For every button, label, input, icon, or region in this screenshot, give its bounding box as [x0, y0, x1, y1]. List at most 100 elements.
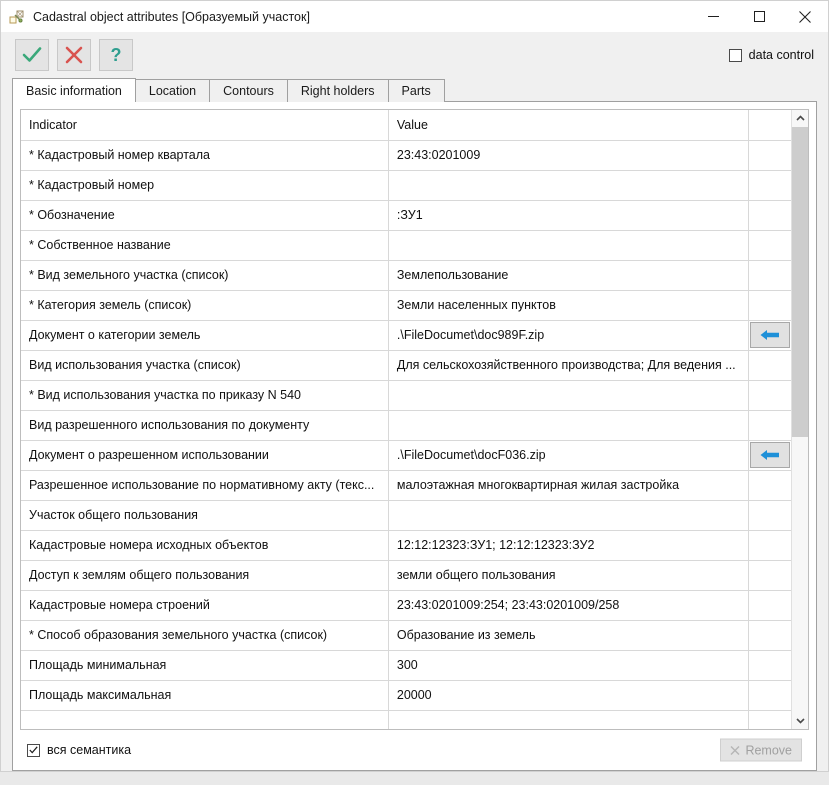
table-row[interactable]: Кадастровые номера исходных объектов 12:1… [21, 530, 791, 561]
table-row[interactable]: Документ о разрешенном использовании .\Fi… [21, 440, 791, 471]
cell-indicator[interactable]: Кадастровые номера строений [21, 590, 389, 621]
table-row[interactable]: Участок общего пользования [21, 500, 791, 531]
all-semantics-checkbox-box[interactable] [27, 743, 40, 757]
table-row[interactable]: Документ о категории земель .\FileDocumet… [21, 320, 791, 351]
cell-indicator[interactable]: * Способ образования земельного участка … [21, 620, 389, 651]
cell-value[interactable]: Образование из земель [388, 620, 750, 651]
data-control-label: data control [748, 48, 814, 62]
cell-value[interactable]: 12:12:12323:ЗУ1; 12:12:12323:ЗУ2 [388, 530, 750, 561]
cell-indicator[interactable]: Участок общего пользования [21, 500, 389, 531]
arrow-left-icon [760, 449, 780, 461]
svg-text:?: ? [111, 45, 122, 65]
remove-button-label: Remove [745, 743, 792, 757]
cell-indicator[interactable]: * Собственное название [21, 230, 389, 261]
table-row[interactable]: * Кадастровый номер [21, 170, 791, 201]
tab-right-holders[interactable]: Right holders [286, 79, 389, 102]
cell-value[interactable] [388, 710, 750, 729]
cell-action [748, 560, 791, 591]
document-link-button[interactable] [750, 322, 791, 348]
table-row[interactable]: * Вид использования участка по приказу N… [21, 380, 791, 411]
column-header-value[interactable]: Value [388, 110, 750, 141]
cell-action[interactable] [748, 440, 791, 471]
cell-indicator[interactable]: Площадь минимальная [21, 650, 389, 681]
column-header-indicator[interactable]: Indicator [21, 110, 389, 141]
cell-action [748, 590, 791, 621]
cell-action [748, 290, 791, 321]
table-row[interactable]: * Обозначение:ЗУ1 [21, 200, 791, 231]
chevron-up-icon[interactable] [792, 110, 808, 127]
cell-indicator[interactable]: * Вид использования участка по приказу N… [21, 380, 389, 411]
cell-indicator[interactable]: * Вид земельного участка (список) [21, 260, 389, 291]
table-row[interactable]: * Способ образования земельного участка … [21, 620, 791, 651]
cell-value[interactable]: .\FileDocumet\docF036.zip [388, 440, 750, 471]
cell-value[interactable]: 23:43:0201009 [388, 140, 750, 171]
maximize-icon[interactable] [736, 1, 782, 32]
cell-indicator[interactable]: Вид использования участка (список) [21, 350, 389, 381]
footer-bar: вся семантика Remove [13, 730, 816, 770]
cancel-button[interactable] [57, 39, 91, 71]
cell-value[interactable] [388, 170, 750, 201]
tab-parts[interactable]: Parts [387, 79, 445, 102]
cell-value[interactable]: Для сельскохозяйственного производства; … [388, 350, 750, 381]
cell-value[interactable] [388, 410, 750, 441]
table-row[interactable]: * Вид земельного участка (список) Землепо… [21, 260, 791, 291]
cell-indicator[interactable]: Доступ к землям общего пользования [21, 560, 389, 591]
scrollbar-thumb[interactable] [792, 127, 808, 438]
cell-indicator[interactable]: Вид разрешенного использования по докуме… [21, 410, 389, 441]
cell-value[interactable] [388, 500, 750, 531]
table-row[interactable]: * Кадастровый номер квартала 23:43:020100… [21, 140, 791, 171]
cell-value[interactable]: .\FileDocumet\doc989F.zip [388, 320, 750, 351]
cell-indicator[interactable]: * Кадастровый номер [21, 170, 389, 201]
cell-action [748, 470, 791, 501]
cell-indicator[interactable]: Кадастровые номера исходных объектов [21, 530, 389, 561]
cell-value[interactable]: 300 [388, 650, 750, 681]
tab-contours[interactable]: Contours [209, 79, 288, 102]
table-row[interactable] [21, 710, 791, 729]
cell-indicator[interactable]: Документ о разрешенном использовании [21, 440, 389, 471]
cell-value[interactable] [388, 380, 750, 411]
cell-value[interactable]: :ЗУ1 [388, 200, 750, 231]
table-row[interactable]: Площадь минимальная 300 [21, 650, 791, 681]
table-row[interactable]: Разрешенное использование по нормативном… [21, 470, 791, 501]
vertical-scrollbar[interactable] [791, 110, 808, 729]
cell-value[interactable]: 23:43:0201009:254; 23:43:0201009/258 [388, 590, 750, 621]
table-row[interactable]: * Собственное название [21, 230, 791, 261]
cell-value[interactable] [388, 230, 750, 261]
scrollbar-track[interactable] [792, 127, 808, 712]
cell-indicator[interactable]: Площадь максимальная [21, 680, 389, 711]
column-header-action[interactable] [748, 110, 791, 141]
all-semantics-checkbox[interactable]: вся семантика [27, 743, 131, 757]
cell-indicator[interactable]: * Категория земель (список) [21, 290, 389, 321]
chevron-down-icon[interactable] [792, 712, 808, 729]
cell-value[interactable]: земли общего пользования [388, 560, 750, 591]
document-link-button[interactable] [750, 442, 791, 468]
table-row[interactable]: Площадь максимальная 20000 [21, 680, 791, 711]
ok-button[interactable] [15, 39, 49, 71]
cell-action [748, 710, 791, 729]
help-button[interactable]: ? [99, 39, 133, 71]
close-icon[interactable] [782, 1, 828, 32]
minimize-icon[interactable] [690, 1, 736, 32]
remove-button[interactable]: Remove [720, 738, 802, 762]
table-row[interactable]: Кадастровые номера строений 23:43:0201009… [21, 590, 791, 621]
cell-indicator[interactable]: Документ о категории земель [21, 320, 389, 351]
cell-indicator[interactable] [21, 710, 389, 729]
table-row[interactable]: * Категория земель (список) Земли населен… [21, 290, 791, 321]
table-row[interactable]: Вид разрешенного использования по докуме… [21, 410, 791, 441]
tab-location[interactable]: Location [134, 79, 211, 102]
table-row[interactable]: Доступ к землям общего пользования земли … [21, 560, 791, 591]
cell-indicator[interactable]: * Обозначение [21, 200, 389, 231]
cell-indicator[interactable]: * Кадастровый номер квартала [21, 140, 389, 171]
attributes-grid-wrapper: Indicator Value * Кадастровый номер кварта… [13, 102, 816, 730]
cell-value[interactable]: малоэтажная многоквартирная жилая застро… [388, 470, 750, 501]
cell-value[interactable]: Землепользование [388, 260, 750, 291]
cell-action[interactable] [748, 320, 791, 351]
table-row[interactable]: Вид использования участка (список) Для се… [21, 350, 791, 381]
data-control-checkbox[interactable]: data control [728, 48, 814, 62]
cell-value[interactable]: 20000 [388, 680, 750, 711]
cell-indicator[interactable]: Разрешенное использование по нормативном… [21, 470, 389, 501]
cell-action [748, 140, 791, 171]
cell-value[interactable]: Земли населенных пунктов [388, 290, 750, 321]
data-control-checkbox-box[interactable] [728, 48, 742, 62]
tab-basic-information[interactable]: Basic information [12, 78, 136, 102]
